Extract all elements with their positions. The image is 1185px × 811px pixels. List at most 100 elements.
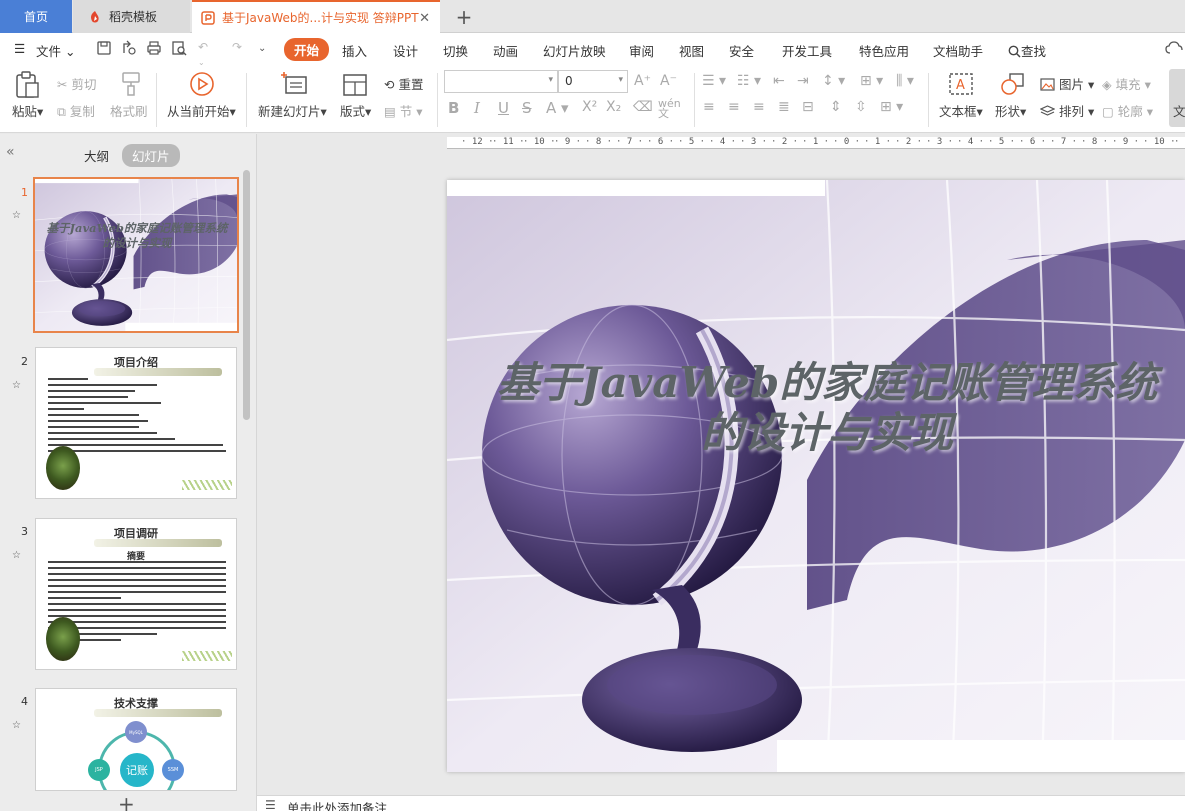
font-color-icon[interactable]: A ▾ xyxy=(546,99,569,117)
collapse-panel-icon[interactable]: « xyxy=(6,144,15,160)
menu-security[interactable]: 安全 xyxy=(729,41,754,60)
menu-slideshow[interactable]: 幻灯片放映 xyxy=(543,41,606,60)
search-button[interactable]: 查找 xyxy=(1008,41,1046,60)
hamburger-icon[interactable]: ☰ xyxy=(14,41,25,56)
slide-thumbnail-3[interactable]: 项目调研 摘要 xyxy=(35,518,237,670)
clear-format-icon[interactable]: ⌫ xyxy=(633,99,653,115)
format-painter-button[interactable]: 格式刷 xyxy=(110,101,148,120)
from-current-button[interactable]: 从当前开始▾ xyxy=(167,101,236,120)
cloud-icon[interactable] xyxy=(1165,40,1183,58)
tab-home[interactable]: 首页 xyxy=(0,0,72,33)
horizontal-ruler[interactable]: · 12 · · 11 · · 10 · · 9 · · 8 · · 7 · · 6 · · … xyxy=(447,137,1185,149)
copy-button[interactable]: ⧉ 复制 xyxy=(57,101,95,120)
panel-scrollbar[interactable] xyxy=(243,170,250,420)
save-icon[interactable] xyxy=(96,40,114,58)
print-preview-icon[interactable] xyxy=(171,40,189,58)
slide-title[interactable]: 基于JavaWeb的家庭记账管理系统的设计与实现 xyxy=(487,358,1167,458)
slide-number: 4 xyxy=(21,695,28,708)
tab-slides[interactable]: 幻灯片 xyxy=(122,144,180,167)
new-slide-button[interactable]: 新建幻灯片▾ xyxy=(258,101,327,120)
line-spacing-icon[interactable]: ↕ ▾ xyxy=(822,73,845,89)
menu-start[interactable]: 开始 xyxy=(284,38,330,61)
picture-button[interactable]: 图片 ▾ xyxy=(1040,74,1094,93)
bold-icon[interactable]: B xyxy=(448,99,459,117)
phonetic-guide-icon[interactable]: wén 文 xyxy=(658,98,681,119)
slide-thumbnail-4[interactable]: 技术支撑 记账 MySQL JSP SSM xyxy=(35,688,237,791)
underline-icon[interactable]: U xyxy=(498,99,509,117)
undo-icon[interactable]: ↶ ⌄ xyxy=(198,40,216,67)
paste-button[interactable]: 粘贴▾ xyxy=(12,101,43,120)
strikethrough-icon[interactable]: S xyxy=(522,99,532,117)
columns-icon[interactable]: ⫼ ▾ xyxy=(896,73,914,89)
animation-star-icon: ☆ xyxy=(12,720,21,731)
close-tab-icon[interactable]: ✕ xyxy=(419,11,430,26)
menu-doc-assistant[interactable]: 文档助手 xyxy=(933,41,983,60)
fill-button[interactable]: ◈ 填充 ▾ xyxy=(1102,74,1151,93)
increase-indent-icon[interactable]: ⇥ xyxy=(797,73,809,89)
tab-template[interactable]: 稻壳模板 xyxy=(73,0,190,33)
textbox-icon[interactable]: A xyxy=(948,72,974,99)
outline-button[interactable]: ▢ 轮廓 ▾ xyxy=(1102,101,1153,120)
new-slide-icon[interactable] xyxy=(280,71,308,100)
menu-developer[interactable]: 开发工具 xyxy=(782,41,832,60)
layout-icon[interactable] xyxy=(342,73,368,100)
format-painter-icon[interactable] xyxy=(120,71,142,100)
distribute-icon[interactable]: ⊟ xyxy=(802,99,814,115)
numbered-list-icon[interactable]: ☷ ▾ xyxy=(737,73,761,89)
align-center-icon[interactable]: ≡ xyxy=(728,99,740,115)
play-from-current-icon[interactable] xyxy=(189,71,215,100)
menu-transition[interactable]: 切换 xyxy=(443,41,468,60)
reset-button[interactable]: ⟲ 重置 xyxy=(384,74,423,93)
italic-icon[interactable]: I xyxy=(474,99,480,117)
print-icon[interactable] xyxy=(146,40,164,58)
slide-canvas[interactable]: 基于JavaWeb的家庭记账管理系统的设计与实现 xyxy=(447,180,1185,772)
menu-animation[interactable]: 动画 xyxy=(493,41,518,60)
paragraph-spacing-icon[interactable]: ⇕ xyxy=(830,99,842,115)
tab-document[interactable]: 基于JavaWeb的...计与实现 答辩PPT ✕ xyxy=(192,0,440,33)
menu-design[interactable]: 设计 xyxy=(393,41,418,60)
font-size-select[interactable]: 0 ▾ xyxy=(558,70,628,93)
add-slide-icon[interactable]: + xyxy=(118,792,135,811)
align-left-icon[interactable]: ≡ xyxy=(703,99,715,115)
paste-icon[interactable] xyxy=(14,71,40,102)
ruler-tick: · 9 · xyxy=(1112,137,1140,147)
new-tab-icon[interactable]: + xyxy=(452,0,476,33)
menu-features[interactable]: 特色应用 xyxy=(859,41,909,60)
ruler-tick: · 8 · xyxy=(1081,137,1109,147)
menu-view[interactable]: 视图 xyxy=(679,41,704,60)
customize-toolbar-icon[interactable]: ⌄ xyxy=(258,43,276,61)
bullet-list-icon[interactable]: ☰ ▾ xyxy=(702,73,726,89)
tab-outline[interactable]: 大纲 xyxy=(84,146,109,165)
decrease-indent-icon[interactable]: ⇤ xyxy=(773,73,785,89)
redo-icon[interactable]: ↷ xyxy=(232,40,250,58)
cut-button[interactable]: ✂ 剪切 xyxy=(57,74,96,93)
menu-insert[interactable]: 插入 xyxy=(342,41,367,60)
section-button[interactable]: ▤ 节 ▾ xyxy=(384,101,423,120)
font-family-select[interactable]: ▾ xyxy=(444,70,558,93)
subscript-icon[interactable]: X₂ xyxy=(606,99,621,115)
slide-thumbnail-1[interactable]: 基于JavaWeb的家庭记账管理系统的设计与实现 xyxy=(33,177,239,333)
more-tools-panel[interactable]: 文 xyxy=(1169,69,1185,127)
ruler-tick: · 3 · xyxy=(740,137,768,147)
export-icon[interactable] xyxy=(121,40,139,58)
menu-file[interactable]: 文件 ⌄ xyxy=(36,41,75,60)
superscript-icon[interactable]: X² xyxy=(582,99,597,115)
slide-thumbnail-2[interactable]: 项目介绍 xyxy=(35,347,237,499)
layout-button[interactable]: 版式▾ xyxy=(340,101,371,120)
increase-font-icon[interactable]: A⁺ xyxy=(634,73,651,89)
tab-bar: 首页 稻壳模板 基于JavaWeb的...计与实现 答辩PPT ✕ + xyxy=(0,0,1185,33)
text-align-vertical-icon[interactable]: ⊞ ▾ xyxy=(880,99,903,115)
shape-icon[interactable] xyxy=(1000,72,1026,99)
vertical-align-icon[interactable]: ⇳ xyxy=(855,99,867,115)
shape-button[interactable]: 形状▾ xyxy=(995,101,1026,120)
justify-icon[interactable]: ≣ xyxy=(778,99,790,115)
text-direction-icon[interactable]: ⊞ ▾ xyxy=(860,73,883,89)
decrease-font-icon[interactable]: A⁻ xyxy=(660,73,677,89)
notes-placeholder[interactable]: 单击此处添加备注 xyxy=(287,798,387,811)
textbox-button[interactable]: 文本框▾ xyxy=(939,101,983,120)
node-jsp: JSP xyxy=(88,759,110,781)
arrange-button[interactable]: 排列 ▾ xyxy=(1039,101,1094,120)
align-right-icon[interactable]: ≡ xyxy=(753,99,765,115)
menu-review[interactable]: 审阅 xyxy=(629,41,654,60)
notes-bar[interactable]: ☰ 单击此处添加备注 xyxy=(257,795,1185,811)
